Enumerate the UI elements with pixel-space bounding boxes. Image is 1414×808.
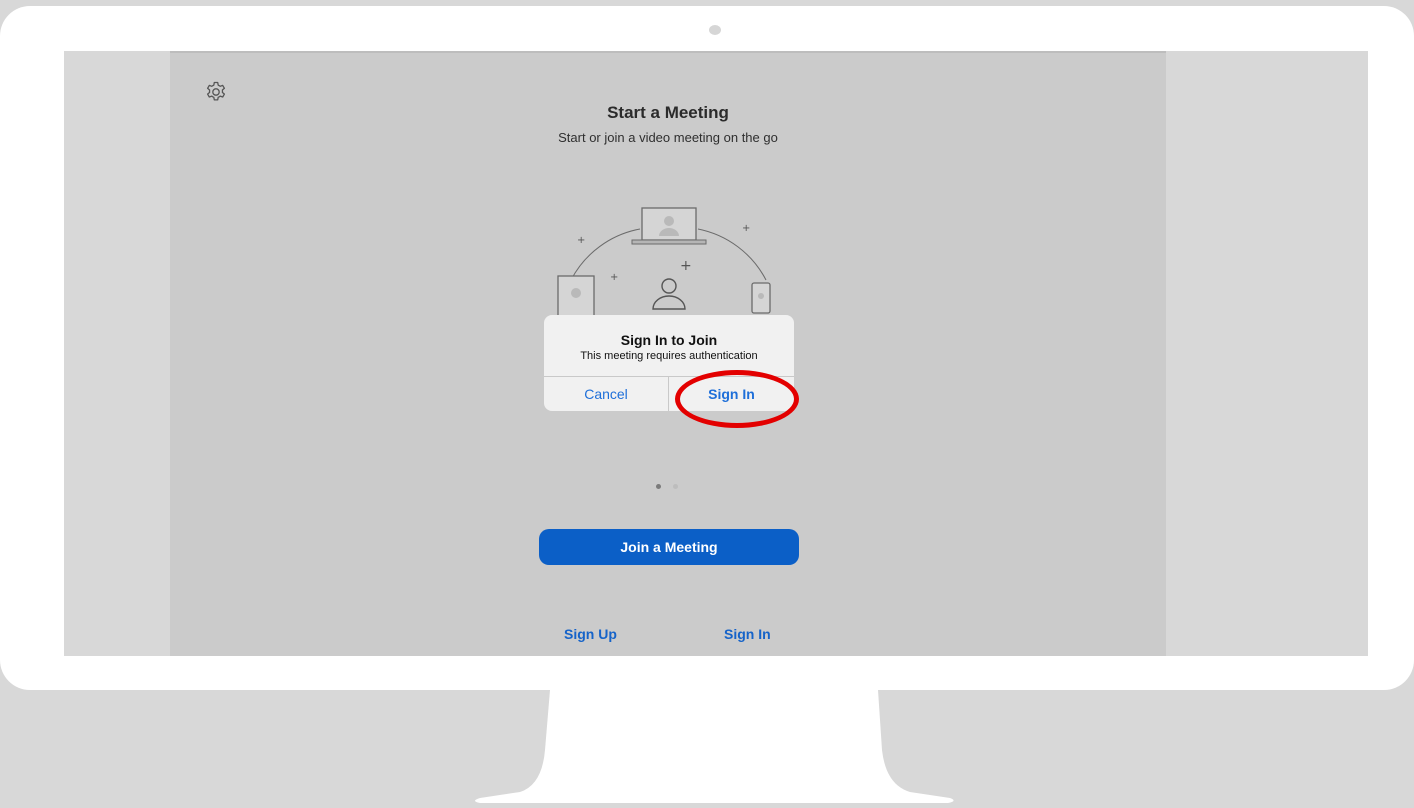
svg-text:+: +: [742, 223, 750, 234]
gear-icon[interactable]: [204, 80, 228, 104]
page-dot-active[interactable]: [656, 484, 661, 489]
screen: Start a Meeting Start or join a video me…: [64, 51, 1368, 656]
dialog-sign-in-button[interactable]: Sign In: [669, 377, 794, 411]
sign-up-link[interactable]: Sign Up: [564, 626, 617, 642]
zoom-app-window: Start a Meeting Start or join a video me…: [170, 51, 1166, 656]
dialog-message: This meeting requires authentication: [580, 350, 758, 362]
svg-text:+: +: [577, 235, 585, 246]
svg-text:+: +: [680, 258, 692, 274]
page-subtitle: Start or join a video meeting on the go: [558, 130, 778, 145]
dialog-title: Sign In to Join: [620, 332, 718, 348]
monitor-bezel: Start a Meeting Start or join a video me…: [0, 6, 1414, 690]
page-title: Start a Meeting: [607, 103, 729, 122]
page-indicator: [656, 484, 686, 492]
sign-in-link[interactable]: Sign In: [724, 626, 771, 642]
camera-dot: [709, 25, 721, 35]
join-meeting-button[interactable]: Join a Meeting: [539, 529, 799, 565]
cancel-button[interactable]: Cancel: [544, 377, 668, 411]
page-dot-inactive[interactable]: [673, 484, 678, 489]
monitor-stand: [475, 690, 954, 803]
devices-illustration: + + + +: [557, 207, 771, 318]
svg-text:+: +: [610, 272, 618, 283]
sign-in-dialog: Sign In to Join This meeting requires au…: [544, 315, 794, 411]
